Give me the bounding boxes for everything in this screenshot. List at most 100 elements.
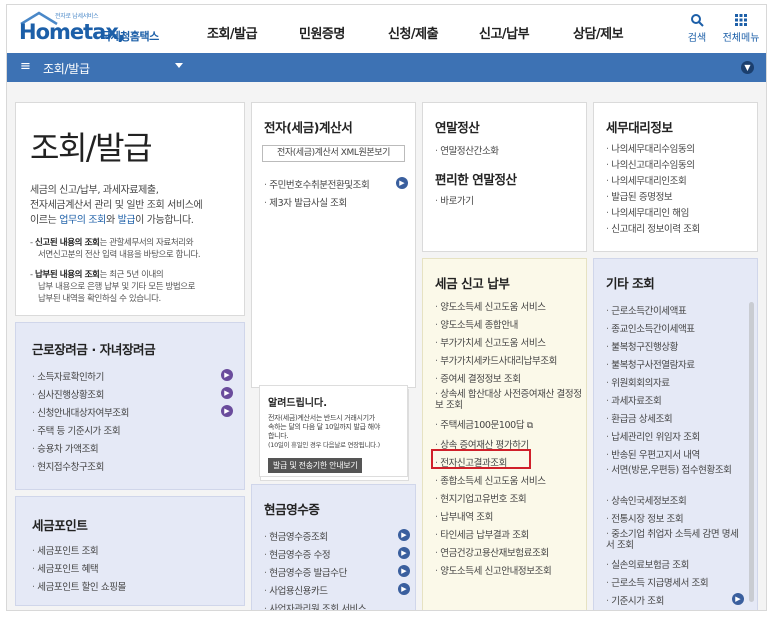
other-item-1[interactable]: 근로소득간이세액표 — [606, 303, 686, 317]
nav-certificates[interactable]: 민원증명 — [299, 23, 345, 42]
tax-item-12[interactable]: 납부내역 조회 — [435, 509, 493, 523]
tax-item-10[interactable]: 종합소득세 신고도움 서비스 — [435, 473, 546, 487]
einvoice-item-2[interactable]: 제3자 발급사실 조회 — [264, 195, 347, 209]
arrow-right-icon[interactable]: ▶ — [396, 177, 408, 189]
arrow-right-icon[interactable]: ▶ — [398, 547, 410, 559]
section-menubar: ≡ 조회/발급 ▼ — [7, 53, 766, 82]
arrow-right-icon[interactable]: ▶ — [732, 593, 744, 605]
arrow-right-icon[interactable]: ▶ — [221, 369, 233, 381]
other-item-11[interactable]: 상속인국세정보조회 — [606, 493, 686, 507]
top-header: 전자로 납세서비스 Hometax, 국세청홈택스 조회/발급 민원증명 신청/… — [7, 5, 766, 53]
caret-down-icon[interactable] — [175, 63, 183, 68]
cash-item-3[interactable]: 현금영수증 발급수단 — [264, 565, 347, 579]
nav-report-pay[interactable]: 신고/납부 — [479, 23, 530, 42]
yearend-item-1[interactable]: 연말정산간소화 — [435, 143, 499, 157]
scrollbar[interactable] — [749, 302, 754, 602]
nav-inquiry-issue[interactable]: 조회/발급 — [207, 23, 258, 42]
other-item-13[interactable]: 중소기업 취업자 소득세 감면 명세서 조회 — [606, 529, 744, 551]
other-item-5[interactable]: 위원회회의자료 — [606, 375, 670, 389]
earned-item-4[interactable]: 주택 등 기준시가 조회 — [32, 423, 120, 437]
einvoice-item-1[interactable]: 주민번호수취분전환및조회 — [264, 177, 369, 191]
agent-item-1[interactable]: 나의세무대리수임동의 — [606, 141, 695, 155]
page-title: 조회/발급 — [30, 129, 153, 167]
agent-item-6[interactable]: 신고대리 정보이력 조회 — [606, 221, 700, 235]
earned-item-6[interactable]: 현지접수창구조회 — [32, 459, 104, 473]
earned-credit-panel: 근로장려금 · 자녀장려금 소득자료확인하기 ▶ 심사진행상황조회 ▶ 신청안내… — [15, 322, 245, 490]
tax-item-11[interactable]: 현지기업고유번호 조회 — [435, 491, 526, 505]
cash-item-4[interactable]: 사업용신용카드 — [264, 583, 328, 597]
other-item-10[interactable]: 서면(방문,우편등) 접수현황조회 — [606, 465, 744, 476]
tax-item-5[interactable]: 증여세 결정정보 조회 — [435, 371, 521, 385]
earned-item-1[interactable]: 소득자료확인하기 — [32, 369, 104, 383]
other-item-12[interactable]: 전통시장 정보 조회 — [606, 511, 683, 525]
hamburger-icon[interactable]: ≡ — [20, 59, 31, 74]
intro-description: 세금의 신고/납부, 과세자료제출, 전자세금계산서 관리 및 일반 조회 서비… — [30, 183, 203, 228]
other-item-4[interactable]: 불복청구사전열람자료 — [606, 357, 695, 371]
other-item-7[interactable]: 환급금 상세조회 — [606, 411, 672, 425]
other-inquiry-panel: 기타 조회 근로소득간이세액표 종교인소득간이세액표 불복청구진행상황 불복청구… — [593, 258, 758, 610]
main-content: 조회/발급 세금의 신고/납부, 과세자료제출, 전자세금계산서 관리 및 일반… — [7, 82, 766, 610]
agent-item-2[interactable]: 나의신고대리수임동의 — [606, 157, 695, 171]
all-menu-button[interactable]: 전체메뉴 — [720, 13, 762, 44]
notice-title: 알려드립니다. — [268, 398, 327, 409]
hometax-window: 전자로 납세서비스 Hometax, 국세청홈택스 조회/발급 민원증명 신청/… — [6, 4, 767, 611]
other-item-9[interactable]: 반송된 우편고지서 내역 — [606, 447, 700, 461]
earned-item-5[interactable]: 승용차 가액조회 — [32, 441, 98, 455]
cash-item-5[interactable]: 사업자관리원 조회 서비스 — [264, 601, 366, 610]
tax-report-title: 세금 신고 납부 — [435, 276, 510, 291]
other-item-3[interactable]: 불복청구진행상황 — [606, 339, 678, 353]
note-paid-line3: 납부된 내역을 확인하실 수 있습니다. — [38, 294, 161, 304]
nav-apply-submit[interactable]: 신청/제출 — [388, 23, 439, 42]
other-item-6[interactable]: 과세자료조회 — [606, 393, 661, 407]
einvoice-panel: 전자(세금)계산서 전자(세금)계산서 XML원본보기 주민번호수취분전환및조회… — [251, 102, 416, 481]
cash-item-2[interactable]: 현금영수증 수정 — [264, 547, 330, 561]
desc-highlight-1: 업무의 조회 — [59, 215, 106, 226]
arrow-right-icon[interactable]: ▶ — [398, 529, 410, 541]
points-item-3[interactable]: 세금포인트 할인 쇼핑몰 — [32, 579, 126, 593]
notice-text-4: (10일이 휴일인 경우 다음날로 연장됩니다.) — [268, 441, 380, 449]
deadline-guide-button[interactable]: 발급 및 전송기한 안내보기 — [268, 458, 363, 473]
convenient-yearend-item[interactable]: 바로가기 — [435, 193, 474, 207]
arrow-right-icon[interactable]: ▶ — [221, 387, 233, 399]
other-item-2[interactable]: 종교인소득간이세액표 — [606, 321, 695, 335]
tax-item-4[interactable]: 부가가치세카드사대리납부조회 — [435, 353, 557, 367]
cash-receipt-panel: 현금영수증 현금영수증조회 ▶ 현금영수증 수정 ▶ 현금영수증 발급수단 ▶ … — [251, 484, 416, 610]
tax-item-2[interactable]: 양도소득세 종합안내 — [435, 317, 518, 331]
cash-item-1[interactable]: 현금영수증조회 — [264, 529, 328, 543]
menubar-section-title[interactable]: 조회/발급 — [43, 60, 90, 77]
tax-item-7[interactable]: 주택세금100문100답 ⧉ — [435, 417, 533, 431]
other-inquiry-title: 기타 조회 — [606, 276, 655, 291]
chevron-down-icon[interactable]: ▼ — [741, 61, 754, 74]
desc-line-1: 세금의 신고/납부, 과세자료제출, — [30, 185, 159, 196]
search-button[interactable]: 검색 — [679, 13, 715, 44]
tax-item-3[interactable]: 부가가치세 신고도움 서비스 — [435, 335, 546, 349]
xml-view-button[interactable]: 전자(세금)계산서 XML원본보기 — [262, 145, 405, 162]
tax-item-14[interactable]: 연금건강고용산재보험료조회 — [435, 545, 549, 559]
earned-item-2[interactable]: 심사진행상황조회 — [32, 387, 104, 401]
intro-panel: 조회/발급 세금의 신고/납부, 과세자료제출, 전자세금계산서 관리 및 일반… — [15, 102, 245, 316]
nav-consult-report[interactable]: 상담/제보 — [573, 23, 624, 42]
arrow-right-icon[interactable]: ▶ — [221, 405, 233, 417]
points-item-2[interactable]: 세금포인트 혜택 — [32, 561, 98, 575]
note-filed-line2: 서면신고분의 전산 입력 내용을 바탕으로 합니다. — [38, 250, 201, 260]
arrow-right-icon[interactable]: ▶ — [398, 583, 410, 595]
arrow-right-icon[interactable]: ▶ — [398, 565, 410, 577]
agent-item-5[interactable]: 나의세무대리인 해임 — [606, 205, 689, 219]
other-item-16[interactable]: 기준시가 조회 — [606, 593, 664, 607]
other-item-8[interactable]: 납세관리인 위임자 조회 — [606, 429, 700, 443]
tax-item-1[interactable]: 양도소득세 신고도움 서비스 — [435, 299, 546, 313]
other-item-14[interactable]: 실손의료보험금 조회 — [606, 557, 689, 571]
agent-item-3[interactable]: 나의세무대리인조회 — [606, 173, 686, 187]
points-item-1[interactable]: 세금포인트 조회 — [32, 543, 98, 557]
notice-panel: 알려드립니다. 전자(세금)계산서는 반드시 거래시기가 속하는 달의 다음 달… — [259, 385, 408, 477]
tax-item-15[interactable]: 양도소득세 신고안내정보조회 — [435, 563, 551, 577]
agent-item-4[interactable]: 발급된 증명정보 — [606, 189, 672, 203]
hometax-logo[interactable]: 전자로 납세서비스 Hometax, 국세청홈택스 — [15, 11, 165, 47]
search-icon — [691, 14, 704, 27]
earned-credit-title: 근로장려금 · 자녀장려금 — [32, 342, 156, 357]
earned-item-3[interactable]: 신청안내대상자여부조회 — [32, 405, 129, 419]
other-item-15[interactable]: 근로소득 지급명세서 조회 — [606, 575, 708, 589]
tax-item-6[interactable]: 상속세 합산대상 사전증여재산 결정정보 조회 — [435, 389, 583, 411]
tax-item-13[interactable]: 타인세금 납부결과 조회 — [435, 527, 529, 541]
convenient-yearend-title: 편리한 연말정산 — [435, 172, 517, 187]
